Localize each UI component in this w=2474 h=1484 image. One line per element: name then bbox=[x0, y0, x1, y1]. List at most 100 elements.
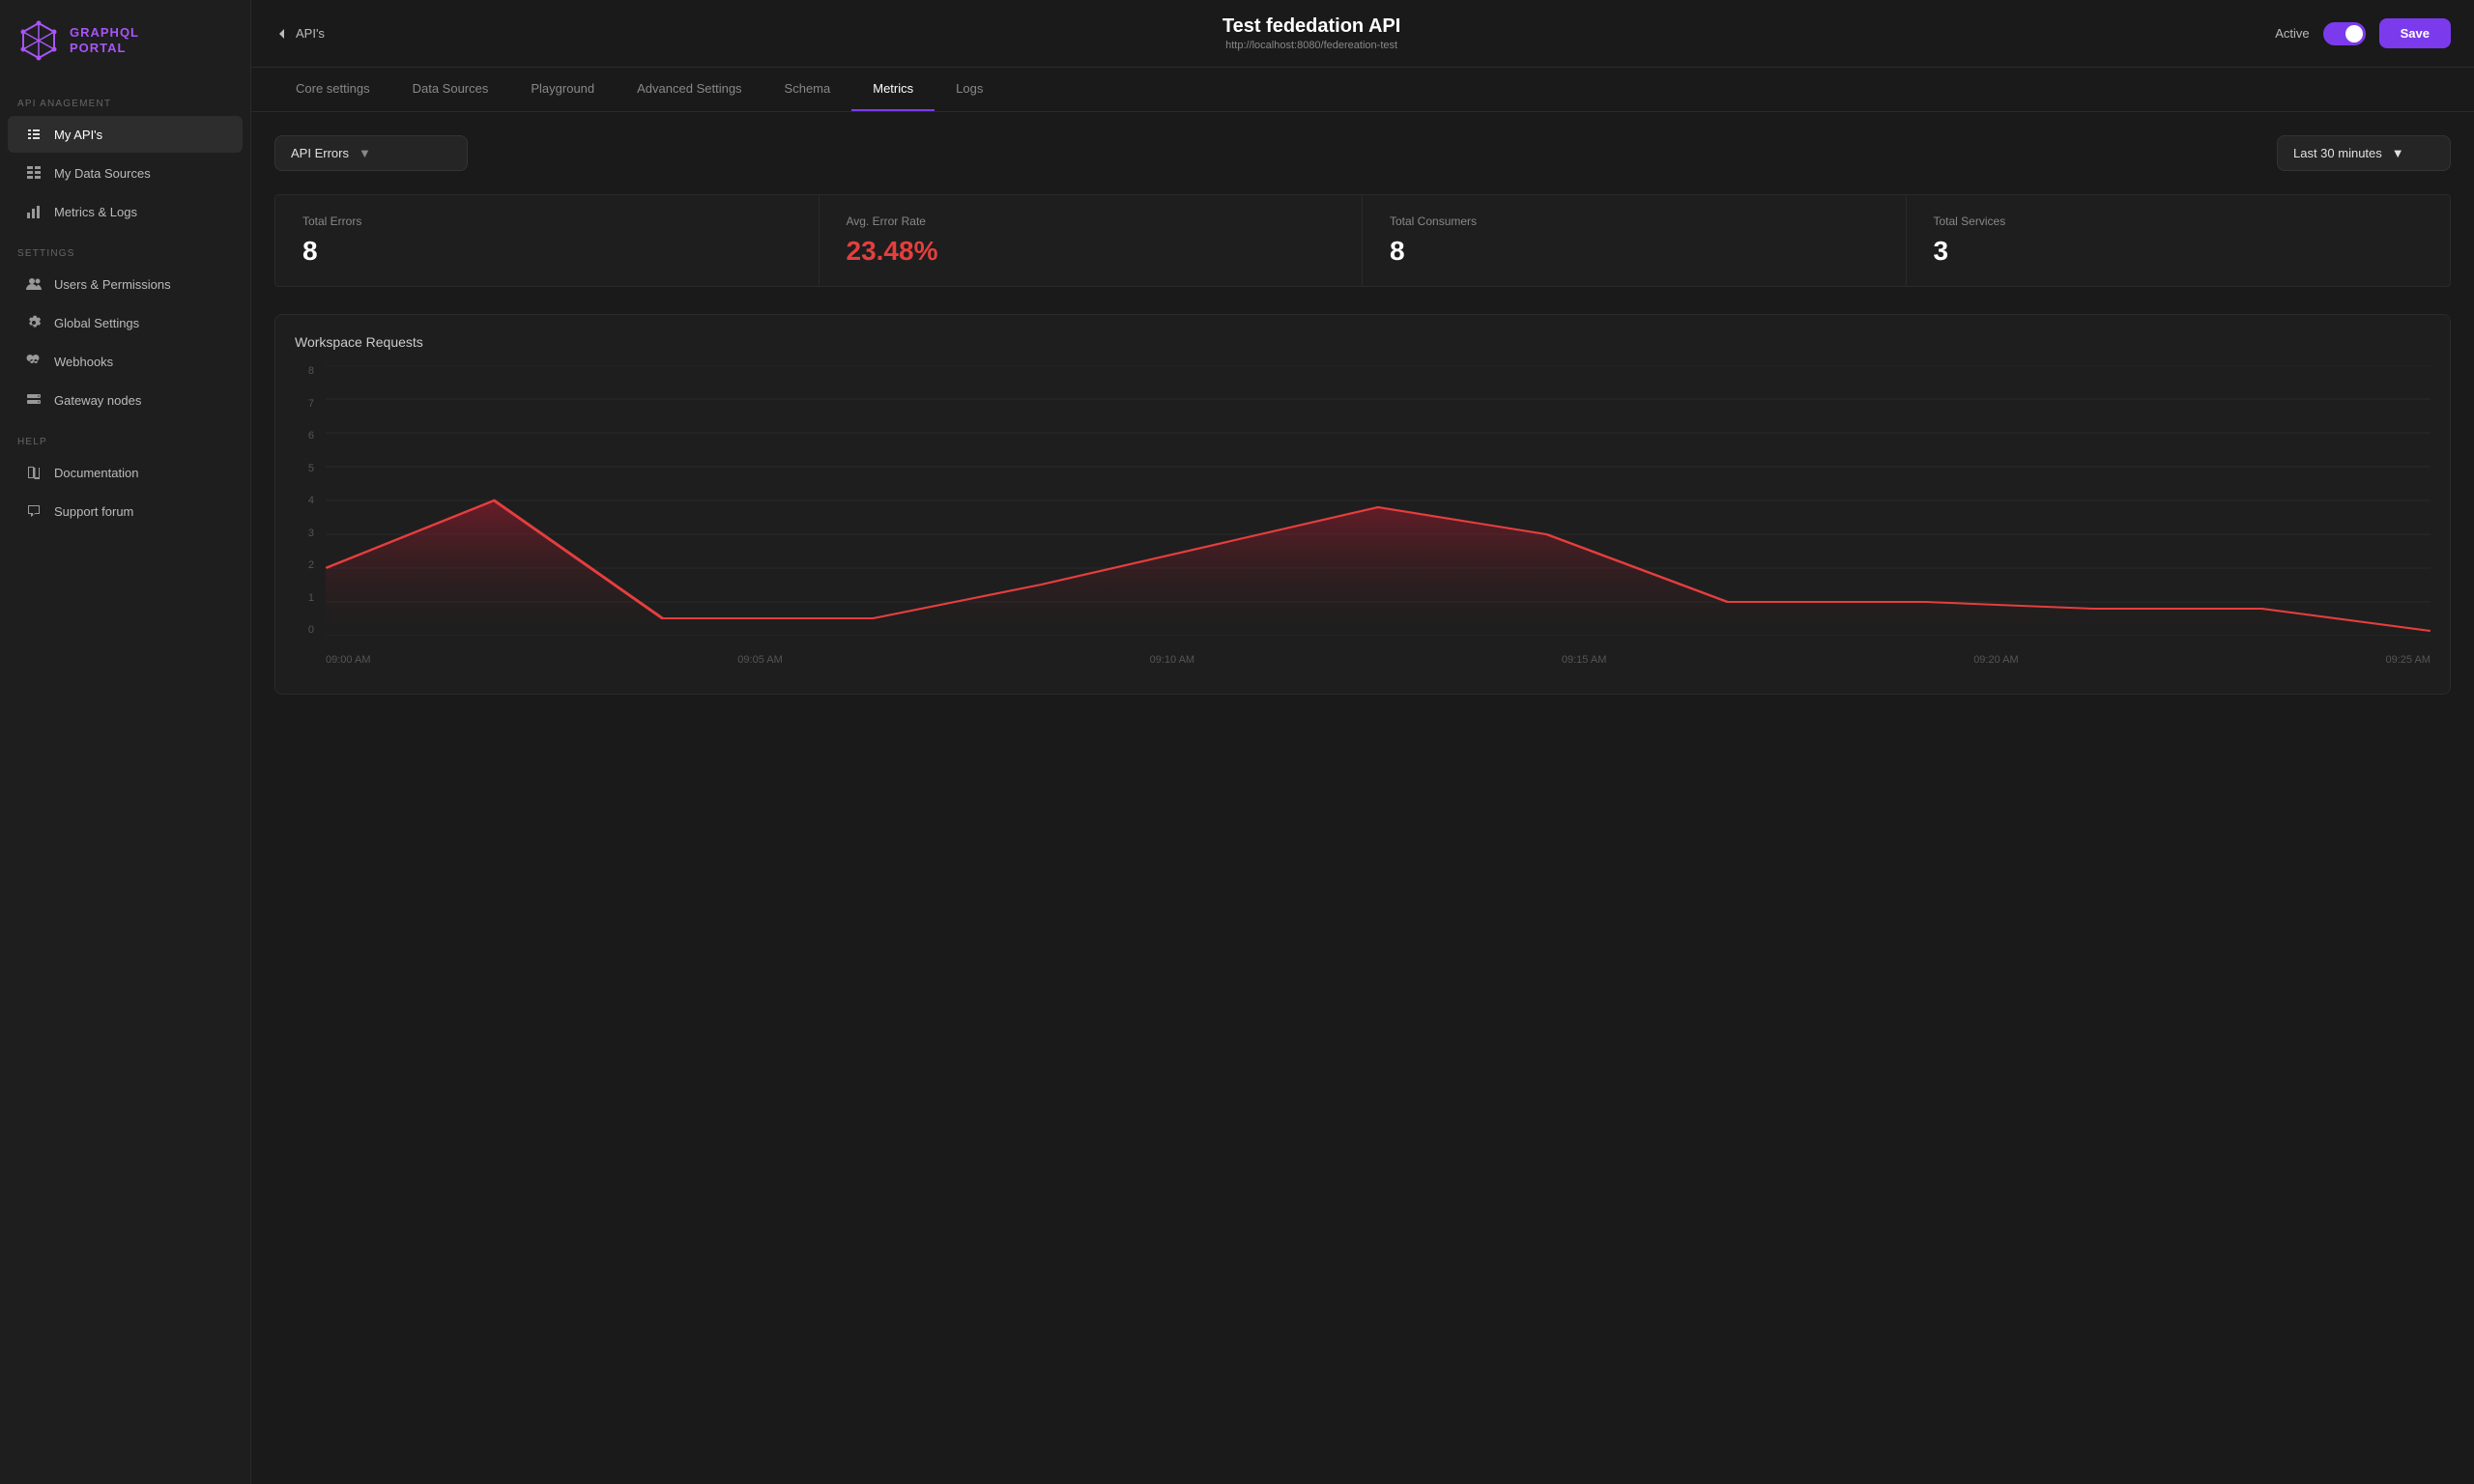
tab-schema[interactable]: Schema bbox=[763, 68, 852, 111]
toggle-track[interactable] bbox=[2323, 22, 2366, 45]
x-label: 09:20 AM bbox=[1973, 654, 2018, 666]
area-chart bbox=[326, 365, 2431, 636]
y-label: 4 bbox=[308, 495, 318, 506]
x-axis: 09:00 AM 09:05 AM 09:10 AM 09:15 AM 09:2… bbox=[326, 645, 2431, 674]
metric-card-total-services: Total Services 3 bbox=[1907, 195, 2451, 286]
sidebar-item-webhooks[interactable]: Webhooks bbox=[8, 343, 243, 380]
metric-value: 8 bbox=[1390, 236, 1879, 267]
gear-icon bbox=[25, 314, 43, 331]
x-label: 09:10 AM bbox=[1150, 654, 1194, 666]
metric-label: Total Errors bbox=[302, 214, 791, 228]
time-range-label: Last 30 minutes bbox=[2293, 146, 2382, 160]
chevron-down-icon: ▼ bbox=[2392, 146, 2404, 160]
y-label: 7 bbox=[308, 398, 318, 410]
y-label: 0 bbox=[308, 624, 318, 636]
book-icon bbox=[25, 464, 43, 481]
content-area: API Errors ▼ Last 30 minutes ▼ Total Err… bbox=[251, 112, 2474, 1484]
x-label: 09:25 AM bbox=[2385, 654, 2430, 666]
metric-type-dropdown[interactable]: API Errors ▼ bbox=[274, 135, 468, 171]
sidebar-item-documentation[interactable]: Documentation bbox=[8, 454, 243, 491]
users-icon bbox=[25, 275, 43, 293]
y-axis: 8 7 6 5 4 3 2 1 0 bbox=[295, 365, 318, 636]
back-arrow-icon bbox=[274, 26, 290, 42]
graphql-logo-icon bbox=[17, 19, 60, 62]
y-label: 2 bbox=[308, 559, 318, 571]
sidebar-item-my-apis[interactable]: My API's bbox=[8, 116, 243, 153]
active-toggle[interactable] bbox=[2323, 22, 2366, 45]
chart-title: Workspace Requests bbox=[295, 334, 2431, 350]
sidebar-item-label: Gateway nodes bbox=[54, 393, 141, 408]
sidebar-item-label: Global Settings bbox=[54, 316, 139, 330]
sidebar-item-my-data-sources[interactable]: My Data Sources bbox=[8, 155, 243, 191]
sidebar-item-metrics-logs[interactable]: Metrics & Logs bbox=[8, 193, 243, 230]
x-label: 09:00 AM bbox=[326, 654, 370, 666]
metric-card-avg-error-rate: Avg. Error Rate 23.48% bbox=[820, 195, 1364, 286]
chart-container: 8 7 6 5 4 3 2 1 0 bbox=[295, 365, 2431, 674]
sidebar-item-users-permissions[interactable]: Users & Permissions bbox=[8, 266, 243, 302]
y-label: 3 bbox=[308, 528, 318, 539]
logo-brand: GRAPHQL bbox=[70, 25, 139, 41]
settings-label: SETTINGS bbox=[0, 231, 250, 265]
help-label: HELP bbox=[0, 419, 250, 453]
metric-value: 3 bbox=[1934, 236, 2424, 267]
logo-container: GRAPHQL PORTAL bbox=[0, 0, 250, 81]
toggle-knob bbox=[2345, 25, 2363, 43]
back-label: API's bbox=[296, 26, 325, 41]
chat-icon bbox=[25, 502, 43, 520]
metrics-cards: Total Errors 8 Avg. Error Rate 23.48% To… bbox=[274, 194, 2451, 287]
sidebar-item-label: Users & Permissions bbox=[54, 277, 171, 292]
sidebar-item-label: My API's bbox=[54, 128, 102, 142]
chart-section: Workspace Requests 8 7 6 5 4 3 2 1 0 bbox=[274, 314, 2451, 695]
metric-value: 8 bbox=[302, 236, 791, 267]
tab-metrics[interactable]: Metrics bbox=[851, 68, 935, 111]
chevron-down-icon: ▼ bbox=[359, 146, 371, 160]
x-label: 09:05 AM bbox=[737, 654, 782, 666]
topbar-actions: Active Save bbox=[2275, 18, 2451, 48]
sidebar-item-label: Documentation bbox=[54, 466, 138, 480]
tabs-bar: Core settings Data Sources Playground Ad… bbox=[251, 68, 2474, 112]
grid-icon bbox=[25, 164, 43, 182]
metric-card-total-errors: Total Errors 8 bbox=[275, 195, 820, 286]
logo-text: GRAPHQL PORTAL bbox=[70, 25, 139, 55]
metric-card-total-consumers: Total Consumers 8 bbox=[1363, 195, 1907, 286]
sidebar: GRAPHQL PORTAL API ANAGEMENT My API's My… bbox=[0, 0, 251, 1484]
save-button[interactable]: Save bbox=[2379, 18, 2451, 48]
sidebar-item-label: Metrics & Logs bbox=[54, 205, 137, 219]
metric-label: Total Consumers bbox=[1390, 214, 1879, 228]
metric-label: Avg. Error Rate bbox=[847, 214, 1336, 228]
sidebar-item-label: Webhooks bbox=[54, 355, 113, 369]
metric-label: Total Services bbox=[1934, 214, 2424, 228]
metric-value-error: 23.48% bbox=[847, 236, 1336, 267]
sidebar-item-global-settings[interactable]: Global Settings bbox=[8, 304, 243, 341]
tab-core-settings[interactable]: Core settings bbox=[274, 68, 391, 111]
list-icon bbox=[25, 126, 43, 143]
sidebar-item-label: My Data Sources bbox=[54, 166, 151, 181]
active-label: Active bbox=[2275, 26, 2309, 41]
tab-playground[interactable]: Playground bbox=[509, 68, 616, 111]
api-management-label: API ANAGEMENT bbox=[0, 81, 250, 115]
y-label: 6 bbox=[308, 430, 318, 442]
infinity-icon bbox=[25, 353, 43, 370]
api-url: http://localhost:8080/federeation-test bbox=[348, 40, 2275, 51]
logo-sub: PORTAL bbox=[70, 41, 139, 56]
y-label: 8 bbox=[308, 365, 318, 377]
time-range-dropdown[interactable]: Last 30 minutes ▼ bbox=[2277, 135, 2451, 171]
x-label: 09:15 AM bbox=[1562, 654, 1606, 666]
server-icon bbox=[25, 391, 43, 409]
sidebar-item-support-forum[interactable]: Support forum bbox=[8, 493, 243, 529]
sidebar-item-label: Support forum bbox=[54, 504, 133, 519]
sidebar-item-gateway-nodes[interactable]: Gateway nodes bbox=[8, 382, 243, 418]
metric-type-label: API Errors bbox=[291, 146, 349, 160]
topbar: API's Test fededation API http://localho… bbox=[251, 0, 2474, 68]
topbar-title: Test fededation API http://localhost:808… bbox=[348, 15, 2275, 51]
tab-advanced-settings[interactable]: Advanced Settings bbox=[616, 68, 762, 111]
tab-logs[interactable]: Logs bbox=[935, 68, 1004, 111]
filter-row: API Errors ▼ Last 30 minutes ▼ bbox=[274, 135, 2451, 171]
chart-inner bbox=[326, 365, 2431, 636]
main-content: API's Test fededation API http://localho… bbox=[251, 0, 2474, 1484]
y-label: 5 bbox=[308, 463, 318, 474]
api-title: Test fededation API bbox=[348, 15, 2275, 38]
back-button[interactable]: API's bbox=[274, 26, 325, 42]
tab-data-sources[interactable]: Data Sources bbox=[391, 68, 510, 111]
y-label: 1 bbox=[308, 592, 318, 604]
